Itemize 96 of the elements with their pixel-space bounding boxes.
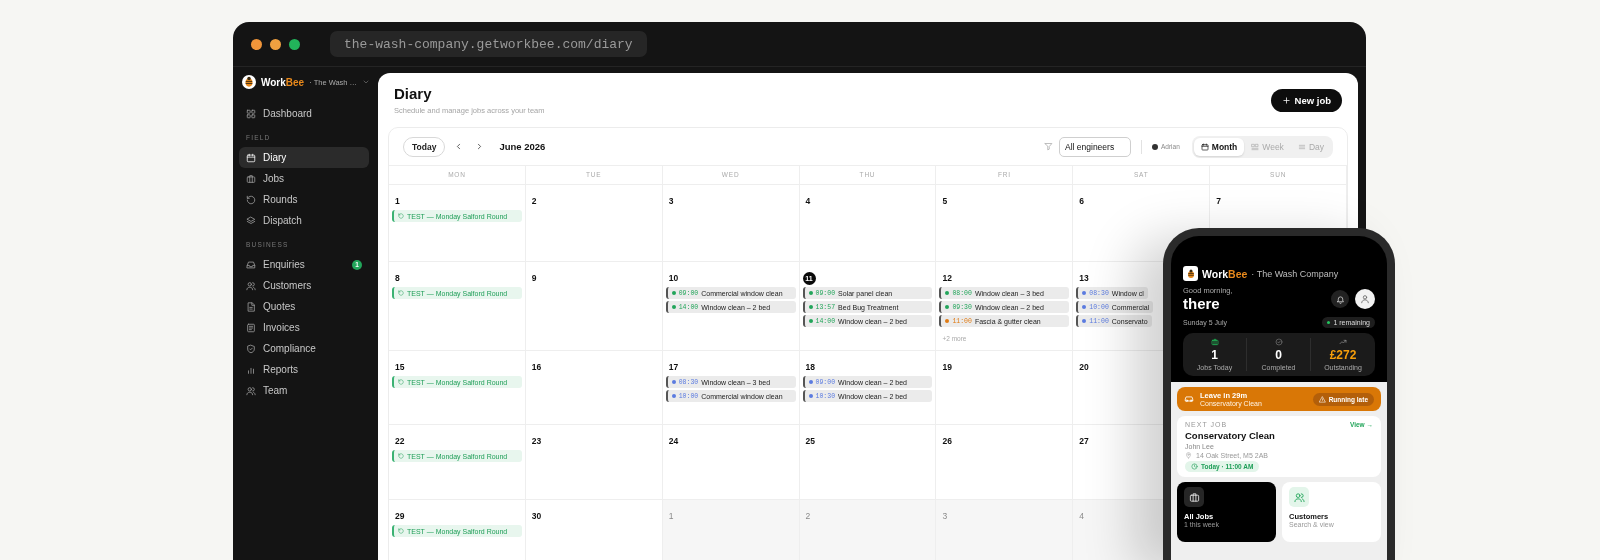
briefcase-icon — [1210, 338, 1219, 346]
grid-icon — [1251, 142, 1260, 151]
list-icon — [1297, 142, 1306, 151]
nav-item[interactable]: Dashboard — [239, 103, 369, 124]
day-number: 22 — [394, 435, 406, 448]
car-icon — [1184, 394, 1194, 404]
warning-icon — [1318, 395, 1326, 403]
calendar-icon — [246, 152, 256, 163]
user-name: there — [1183, 295, 1221, 312]
day-number: 13 — [1078, 272, 1090, 285]
company-name: · The Wash Company — [1251, 268, 1339, 279]
chevron-down-icon[interactable] — [362, 78, 371, 86]
day-number: 20 — [1078, 361, 1090, 374]
nav-item[interactable]: Quotes — [239, 296, 369, 317]
briefcase-icon — [246, 173, 256, 184]
month-icon — [1200, 142, 1209, 151]
job-title: Conservatory Clean — [1185, 430, 1276, 441]
refresh-icon — [398, 453, 404, 459]
filter-icon — [1044, 142, 1053, 151]
user-icon — [1360, 294, 1370, 304]
plus-icon — [1281, 96, 1291, 105]
refresh-icon — [246, 194, 256, 205]
day-number: 24 — [667, 435, 680, 448]
brand-name: WorkBee — [261, 76, 305, 88]
day-number: 7 — [1215, 195, 1222, 208]
shield-icon — [246, 343, 256, 354]
day-number: 15 — [394, 361, 406, 374]
window-maximize-button[interactable] — [289, 38, 300, 50]
day-number: 3 — [941, 510, 949, 523]
brand-name: WorkBee — [1202, 267, 1248, 280]
refresh-icon — [398, 528, 404, 534]
notifications-button[interactable] — [1331, 290, 1349, 308]
day-number: 5 — [941, 195, 949, 208]
check-circle-icon — [1274, 338, 1283, 346]
view-tab[interactable]: Month — [1193, 137, 1245, 156]
users-icon — [246, 280, 256, 291]
day-number: 25 — [804, 435, 817, 448]
day-number: 4 — [1078, 510, 1085, 523]
day-number: 17 — [667, 361, 680, 374]
trend-icon — [1339, 338, 1347, 346]
window-minimize-button[interactable] — [270, 38, 281, 50]
page-title: Diary — [394, 85, 433, 103]
nav-item[interactable]: Diary — [239, 147, 369, 168]
refresh-icon — [398, 213, 404, 219]
day-number: 12 — [941, 272, 953, 285]
nav-item[interactable]: Reports — [239, 359, 369, 380]
stat-value: 0 — [1275, 348, 1282, 362]
day-number: 6 — [1078, 195, 1085, 208]
logo-icon — [242, 75, 256, 89]
day-number: 30 — [530, 510, 543, 523]
refresh-icon — [398, 290, 404, 296]
stat-value: £272 — [1329, 348, 1357, 362]
pin-icon — [1185, 452, 1192, 459]
window-close-button[interactable] — [251, 38, 262, 50]
nav-item[interactable]: Team — [239, 380, 369, 401]
day-number: 2 — [804, 510, 812, 523]
today-button[interactable]: Today — [403, 136, 446, 157]
day-number: 1 — [394, 195, 401, 208]
avatar[interactable] — [1355, 289, 1375, 309]
stat-value: 1 — [1211, 348, 1218, 362]
day-number: 16 — [530, 361, 543, 374]
day-number: 18 — [804, 361, 817, 374]
month-label: June 2026 — [499, 141, 546, 152]
address-bar[interactable]: the-wash-company.getworkbee.com/diary — [330, 31, 647, 57]
day-number: 3 — [667, 195, 675, 208]
day-number: 19 — [941, 361, 953, 374]
engineer-select[interactable]: All engineers — [1059, 136, 1131, 157]
users-icon — [246, 385, 256, 396]
bell-icon — [1335, 294, 1345, 304]
nav-item[interactable]: Rounds — [239, 189, 369, 210]
day-number: 2 — [530, 195, 538, 208]
users-icon — [1293, 491, 1305, 503]
day-number: 10 — [667, 272, 680, 285]
day-number: 29 — [394, 510, 406, 523]
day-number: 4 — [804, 195, 812, 208]
clock-icon — [1191, 463, 1198, 470]
nav-item[interactable]: Dispatch — [239, 210, 369, 231]
day-number: 9 — [530, 272, 538, 285]
briefcase-icon — [1188, 491, 1200, 503]
grid-icon — [246, 108, 256, 119]
layers-icon — [246, 215, 256, 226]
day-number: 1 — [667, 510, 675, 523]
receipt-icon — [246, 322, 256, 333]
document-icon — [246, 301, 256, 312]
nav-item[interactable]: Compliance — [239, 338, 369, 359]
refresh-icon — [398, 379, 404, 385]
new-job-button[interactable]: New job — [1270, 89, 1342, 112]
day-number: 26 — [941, 435, 953, 448]
day-number: 23 — [530, 435, 543, 448]
inbox-icon — [246, 259, 256, 270]
day-number: 27 — [1078, 435, 1090, 448]
nav-item[interactable]: Jobs — [239, 168, 369, 189]
day-number: 8 — [394, 272, 401, 285]
nav-item[interactable]: Invoices — [239, 317, 369, 338]
legend-dot — [1152, 143, 1158, 150]
nav-item[interactable]: Customers — [239, 275, 369, 296]
